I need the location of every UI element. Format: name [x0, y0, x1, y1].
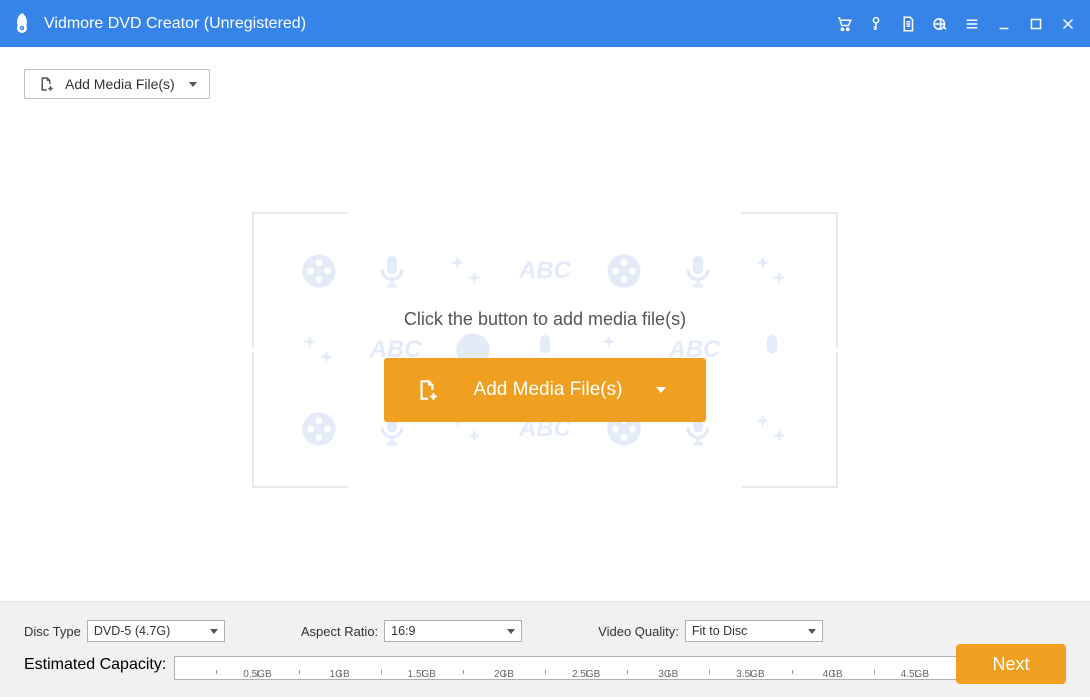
capacity-tick-label: 1.5GB	[408, 669, 436, 680]
corner-decor	[252, 352, 348, 488]
mic-icon	[372, 251, 412, 291]
add-media-files-main-button[interactable]: Add Media File(s)	[384, 358, 707, 422]
corner-decor	[252, 212, 348, 348]
capacity-tick-label: 1GB	[330, 669, 350, 680]
capacity-minor-tick	[792, 670, 793, 674]
bottom-bar: Disc Type DVD-5 (4.7G) Aspect Ratio: 16:…	[0, 601, 1090, 697]
globe-icon[interactable]	[928, 12, 952, 36]
chevron-down-icon	[656, 387, 666, 393]
next-label: Next	[992, 654, 1029, 674]
capacity-minor-tick	[545, 670, 546, 674]
chevron-down-icon	[507, 629, 515, 634]
add-media-main-label: Add Media File(s)	[474, 379, 623, 401]
add-file-icon	[37, 75, 55, 93]
capacity-tick-label: 3GB	[658, 669, 678, 680]
aspect-ratio-value: 16:9	[391, 624, 415, 638]
minimize-icon[interactable]	[992, 12, 1016, 36]
next-button[interactable]: Next	[956, 644, 1066, 684]
capacity-minor-tick	[874, 670, 875, 674]
video-reel-icon	[604, 251, 644, 291]
video-quality-select[interactable]: Fit to Disc	[685, 620, 823, 642]
video-quality-label: Video Quality:	[598, 624, 679, 639]
add-media-files-label: Add Media File(s)	[65, 76, 175, 92]
capacity-minor-tick	[709, 670, 710, 674]
capacity-minor-tick	[216, 670, 217, 674]
cart-icon[interactable]	[832, 12, 856, 36]
capacity-tick-label: 4.5GB	[901, 669, 929, 680]
disc-type-label: Disc Type	[24, 624, 81, 639]
disc-type-select[interactable]: DVD-5 (4.7G)	[87, 620, 225, 642]
chevron-down-icon	[210, 629, 218, 634]
disc-type-value: DVD-5 (4.7G)	[94, 624, 170, 638]
add-media-files-button[interactable]: Add Media File(s)	[24, 69, 210, 99]
abc-icon: ABC	[519, 257, 571, 285]
close-icon[interactable]	[1056, 12, 1080, 36]
main-area: ABC ABC ABC ABC	[0, 99, 1090, 601]
capacity-tick-label: 4GB	[823, 669, 843, 680]
key-icon[interactable]	[864, 12, 888, 36]
capacity-minor-tick	[299, 670, 300, 674]
mic-icon	[678, 251, 718, 291]
toolbar: Add Media File(s)	[0, 47, 1090, 99]
estimated-capacity-label: Estimated Capacity:	[24, 656, 166, 674]
drop-box: ABC ABC ABC ABC	[252, 212, 838, 488]
stars-icon	[446, 251, 486, 291]
aspect-ratio-select[interactable]: 16:9	[384, 620, 522, 642]
capacity-minor-tick	[381, 670, 382, 674]
app-logo-icon	[10, 12, 34, 36]
video-quality-value: Fit to Disc	[692, 624, 748, 638]
add-file-icon	[414, 377, 440, 403]
menu-icon[interactable]	[960, 12, 984, 36]
corner-decor	[742, 352, 838, 488]
corner-decor	[742, 212, 838, 348]
chevron-down-icon	[808, 629, 816, 634]
maximize-icon[interactable]	[1024, 12, 1048, 36]
titlebar-icons	[832, 12, 1080, 36]
title-bar: Vidmore DVD Creator (Unregistered)	[0, 0, 1090, 47]
capacity-tick-label: 3.5GB	[736, 669, 764, 680]
document-icon[interactable]	[896, 12, 920, 36]
aspect-ratio-label: Aspect Ratio:	[301, 624, 378, 639]
capacity-bar: 0.5GB 1GB 1.5GB 2GB 2.5GB 3GB 3.5GB 4GB 4.5GB	[174, 656, 998, 680]
capacity-minor-tick	[463, 670, 464, 674]
capacity-tick-label: 2.5GB	[572, 669, 600, 680]
chevron-down-icon	[189, 82, 197, 87]
capacity-tick-label: 2GB	[494, 669, 514, 680]
capacity-tick-label: 0.5GB	[243, 669, 271, 680]
window-title: Vidmore DVD Creator (Unregistered)	[44, 15, 832, 33]
capacity-minor-tick	[627, 670, 628, 674]
hint-text: Click the button to add media file(s)	[404, 309, 686, 330]
